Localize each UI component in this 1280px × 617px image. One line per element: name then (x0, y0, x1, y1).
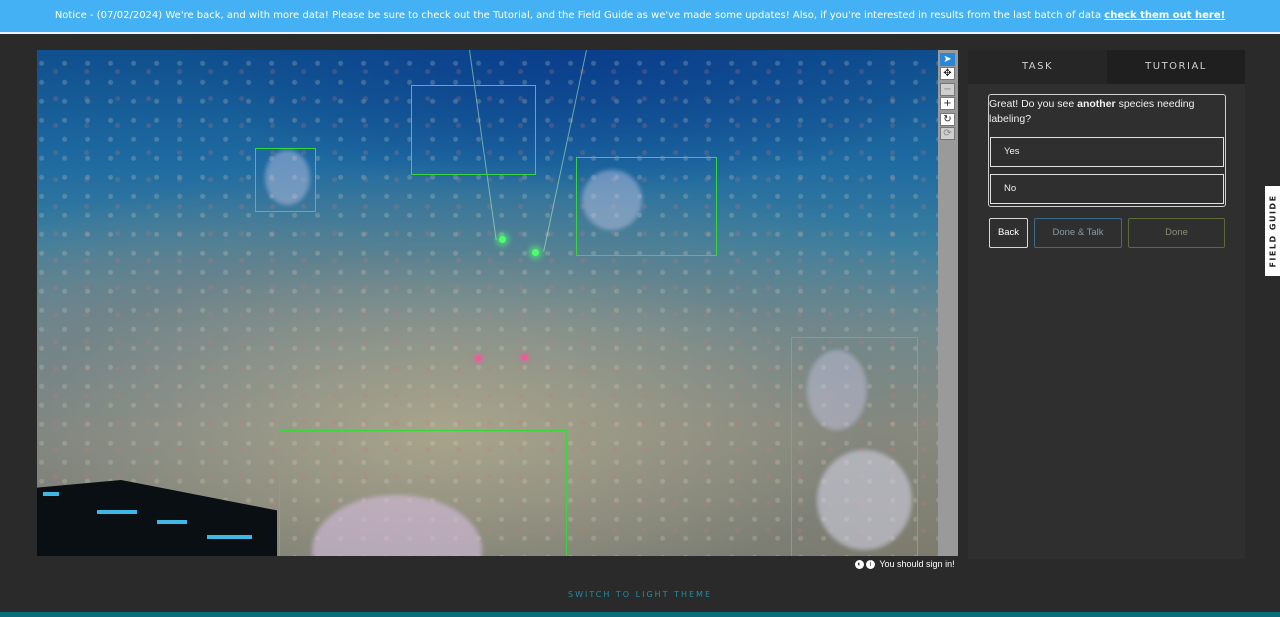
info-icon[interactable]: i (866, 560, 875, 570)
question-text: Great! Do you see (989, 98, 1078, 110)
zoom-out-tool[interactable]: − (940, 83, 955, 96)
bounding-box[interactable] (791, 337, 918, 556)
bounding-box[interactable] (411, 85, 536, 175)
field-guide-tab[interactable]: FIELD GUIDE (1265, 186, 1280, 276)
green-laser-dot (532, 249, 539, 256)
task-panel: TASK TUTORIAL Great! Do you see another … (968, 50, 1245, 559)
zoom-in-tool[interactable]: + (940, 97, 955, 110)
image-toolbar: ➤ ✥ − + ↻ ⟳ (938, 50, 958, 556)
pink-laser-dot (522, 355, 527, 360)
pink-laser-dot (476, 356, 481, 361)
done-and-talk-button[interactable]: Done & Talk (1034, 218, 1122, 248)
rotate-tool[interactable]: ↻ (940, 113, 955, 126)
pointer-tool[interactable]: ➤ (940, 53, 955, 66)
green-laser-dot (499, 236, 506, 243)
theme-switch-button[interactable]: SWITCH TO LIGHT THEME (0, 590, 1280, 599)
move-tool[interactable]: ✥ (940, 67, 955, 80)
subject-image[interactable] (37, 50, 938, 556)
footer-bar (0, 612, 1280, 617)
notice-text: Notice - (07/02/2024) We're back, and wi… (54, 10, 1105, 21)
results-link[interactable]: check them out here! (1104, 10, 1225, 21)
field-guide-label: FIELD GUIDE (1268, 194, 1277, 268)
tab-tutorial[interactable]: TUTORIAL (1107, 50, 1245, 84)
question-box: Great! Do you see another species needin… (988, 94, 1226, 207)
reset-tool[interactable]: ⟳ (940, 127, 955, 140)
notice-banner: Notice - (07/02/2024) We're back, and wi… (0, 0, 1280, 34)
task-question: Great! Do you see another species needin… (989, 97, 1219, 127)
answer-yes[interactable]: Yes (990, 137, 1224, 167)
done-button[interactable]: Done (1128, 218, 1225, 248)
bounding-box[interactable] (255, 148, 316, 212)
answer-no[interactable]: No (990, 174, 1224, 204)
contrast-icon[interactable]: ◐ (855, 560, 864, 570)
panel-tabs: TASK TUTORIAL (968, 50, 1245, 84)
signin-text[interactable]: You should sign in! (879, 559, 954, 569)
back-button[interactable]: Back (989, 218, 1028, 248)
bounding-box[interactable] (279, 430, 567, 556)
tab-task[interactable]: TASK (968, 50, 1107, 84)
bounding-box[interactable] (576, 157, 717, 256)
question-emphasis: another (1077, 98, 1116, 110)
signin-notice: ◐ i You should sign in! (855, 559, 955, 570)
